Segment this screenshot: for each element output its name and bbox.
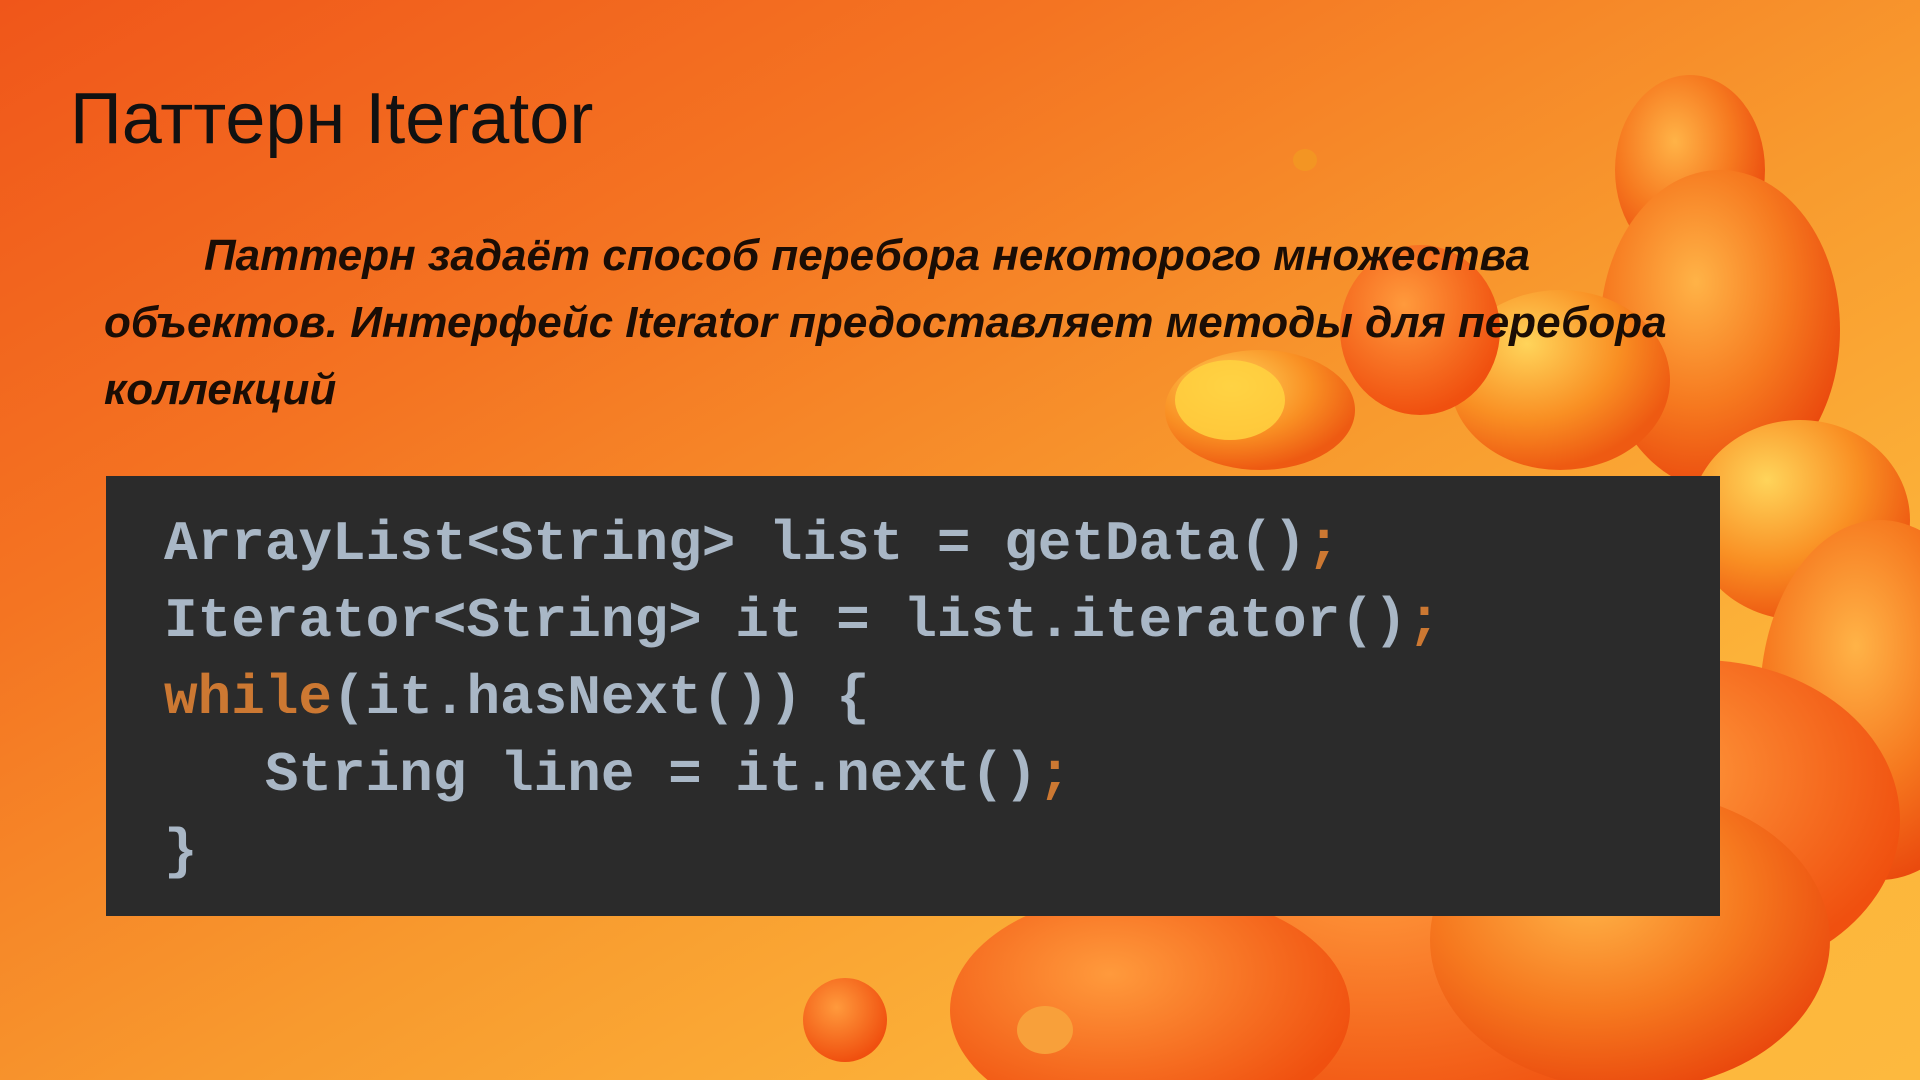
code-keyword: while <box>164 666 333 730</box>
slide-title: Паттерн Iterator <box>70 79 594 159</box>
code-semicolon: ; <box>1306 512 1341 576</box>
code-semicolon: ; <box>1407 589 1442 653</box>
code-line: Iterator<String> it = list.iterator(); <box>164 583 1720 660</box>
code-line: } <box>164 814 1720 891</box>
code-text: Iterator<String> it = list.iterator() <box>164 589 1408 653</box>
code-text: } <box>164 820 198 884</box>
code-text: (it.hasNext()) { <box>332 666 870 730</box>
code-semicolon: ; <box>1037 743 1072 807</box>
code-text: String line = it.next() <box>264 743 1038 807</box>
code-line: while(it.hasNext()) { <box>164 660 1720 737</box>
code-text: ArrayList<String> list = getData() <box>164 512 1307 576</box>
code-line: String line = it.next(); <box>164 737 1720 814</box>
code-line: ArrayList<String> list = getData(); <box>164 506 1720 583</box>
code-block: ArrayList<String> list = getData(); Iter… <box>106 476 1720 916</box>
slide-description: Паттерн задаёт способ перебора некоторог… <box>104 231 1667 414</box>
